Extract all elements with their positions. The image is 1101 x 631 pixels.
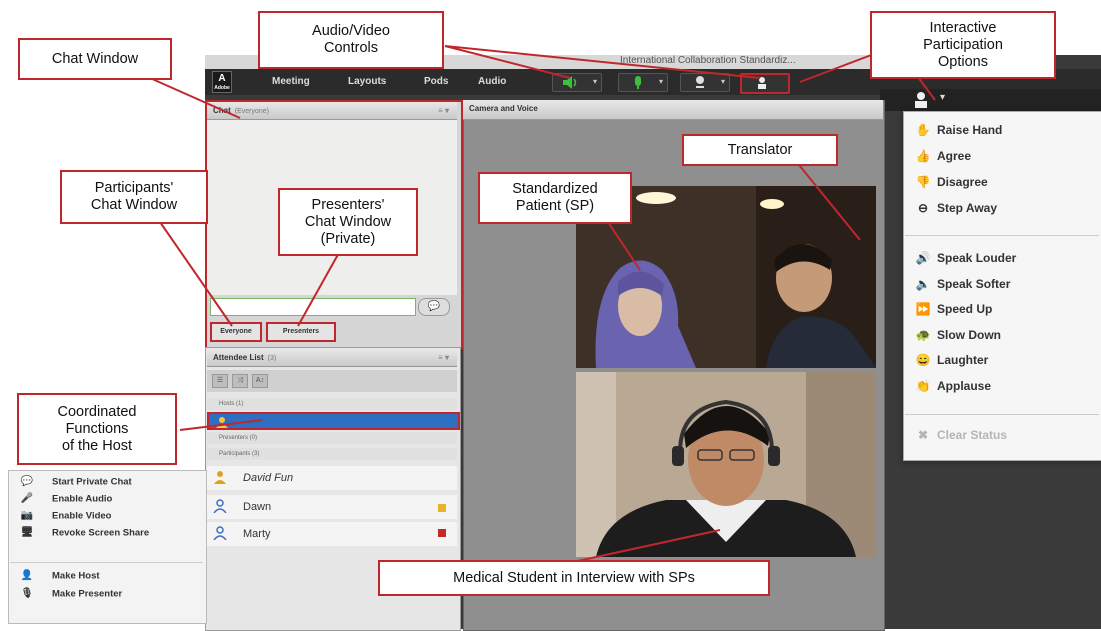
callout-chat-window: Chat Window xyxy=(18,38,172,80)
callout-av-controls: Audio/Video Controls xyxy=(258,11,444,69)
callout-interactive-options: Interactive Participation Options xyxy=(870,11,1056,79)
callout-presenters-chat: Presenters' Chat Window (Private) xyxy=(278,188,418,256)
callout-connectors xyxy=(149,45,936,579)
callout-translator: Translator xyxy=(682,134,838,166)
callout-host-functions: Coordinated Functions of the Host xyxy=(17,393,177,465)
callout-medical-student: Medical Student in Interview with SPs xyxy=(378,560,770,596)
callout-standardized-patient: Standardized Patient (SP) xyxy=(478,172,632,224)
callout-participants-chat: Participants' Chat Window xyxy=(60,170,208,224)
